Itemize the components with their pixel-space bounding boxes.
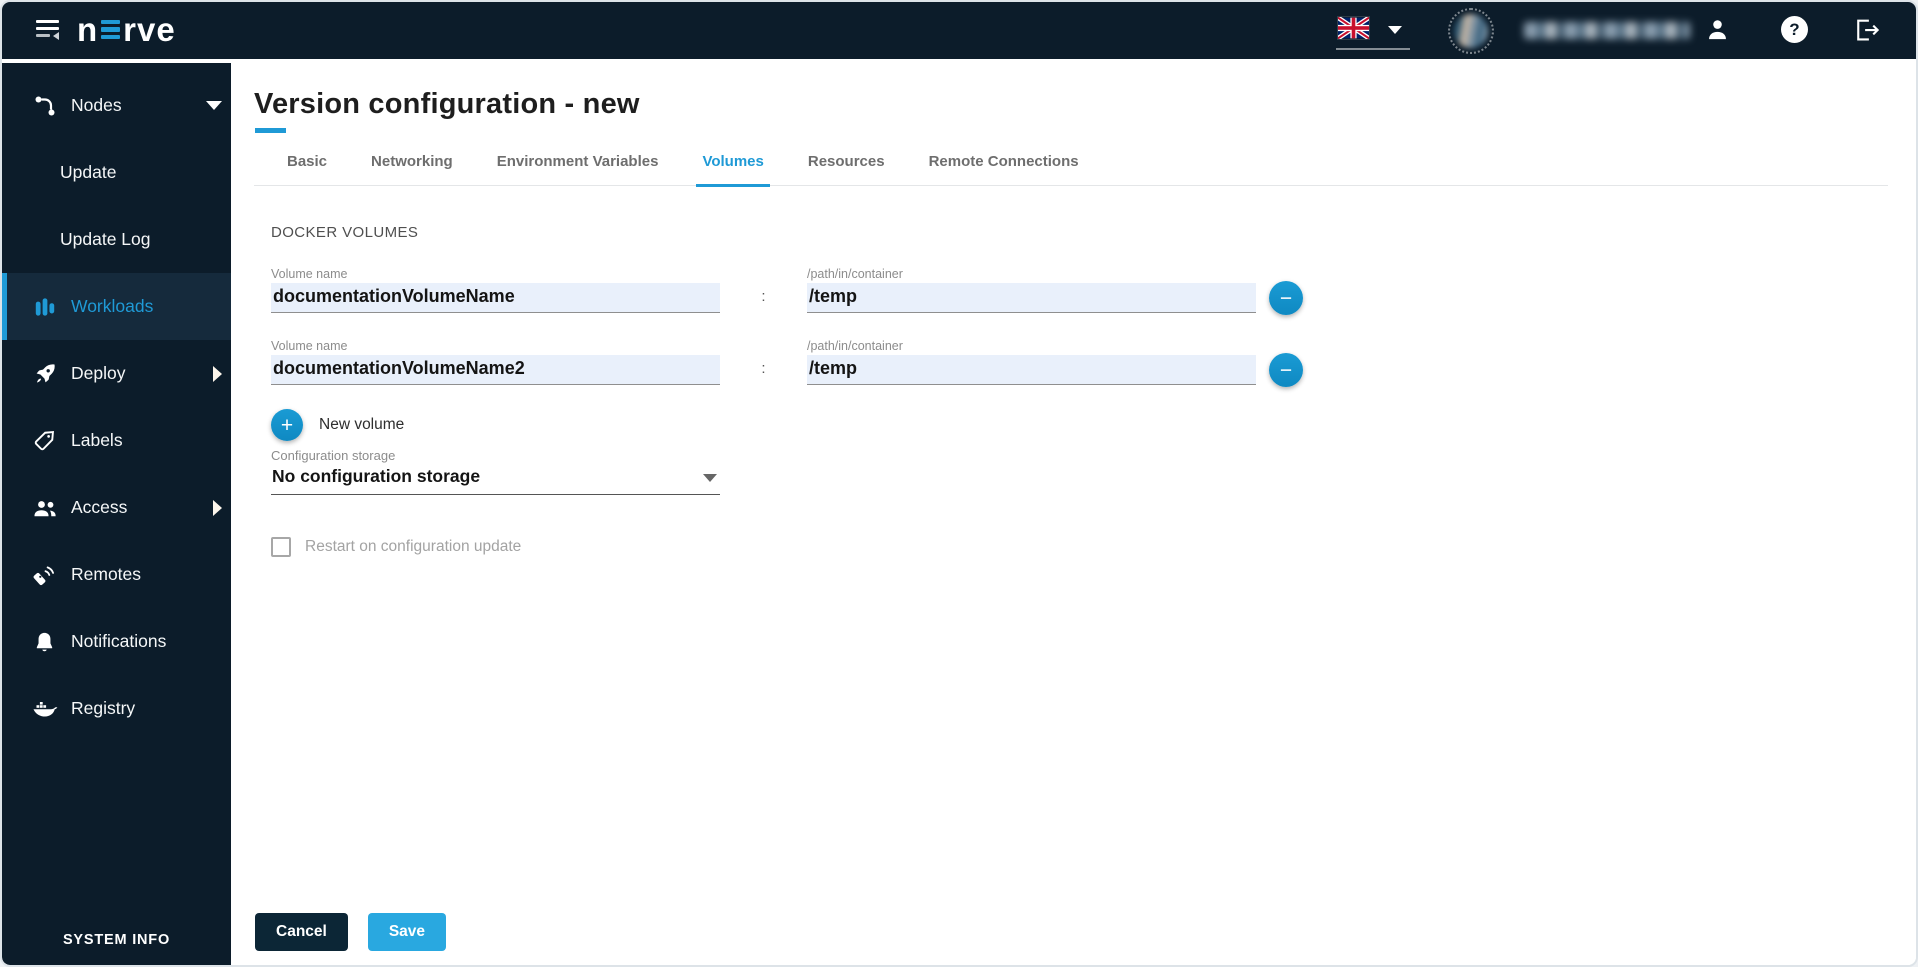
new-volume-label: New volume <box>319 416 405 433</box>
sidebar-item-notifications[interactable]: Notifications <box>2 608 231 675</box>
colon-separator: : <box>761 288 766 305</box>
user-name-blurred <box>1524 22 1690 39</box>
chevron-right-icon <box>213 499 222 516</box>
nerve-logo: n rve <box>77 13 176 46</box>
sidebar-item-workloads[interactable]: Workloads <box>2 273 231 340</box>
tag-icon <box>31 429 58 452</box>
system-info-link[interactable]: SYSTEM INFO <box>2 932 231 948</box>
docker-icon <box>31 698 58 720</box>
menu-collapse-icon[interactable] <box>36 17 62 43</box>
form-actions: Cancel Save <box>255 913 447 951</box>
cancel-button[interactable]: Cancel <box>255 913 348 951</box>
caret-down-icon <box>703 474 717 482</box>
chevron-right-icon <box>213 365 222 382</box>
tab-remote-connections[interactable]: Remote Connections <box>929 153 1079 185</box>
docker-volumes-section: DOCKER VOLUMES Volume name : /path/in/co… <box>271 224 1916 557</box>
nodes-icon <box>31 94 58 118</box>
volume-name-label: Volume name <box>271 339 348 353</box>
screen: n rve ? Nodes Update Update Log Workload… <box>0 0 1918 967</box>
logo-text-n: n <box>77 11 99 48</box>
sidebar-item-update[interactable]: Update <box>2 139 231 206</box>
sidebar-item-label: Update <box>60 162 117 182</box>
container-path-input[interactable] <box>807 283 1256 313</box>
people-icon <box>31 496 58 520</box>
rocket-icon <box>31 362 58 386</box>
volume-row: Volume name : /path/in/container − <box>271 339 1916 387</box>
tab-bar: Basic Networking Environment Variables V… <box>254 153 1888 187</box>
chevron-down-icon <box>206 101 222 110</box>
sidebar-item-labels[interactable]: Labels <box>2 407 231 474</box>
workloads-icon <box>31 294 58 320</box>
bell-icon <box>31 630 58 654</box>
avatar <box>1448 8 1494 54</box>
volume-name-input[interactable] <box>271 283 720 313</box>
language-selector[interactable] <box>1336 12 1410 50</box>
colon-separator: : <box>761 360 766 377</box>
sidebar-item-label: Nodes <box>71 95 122 115</box>
tab-volumes[interactable]: Volumes <box>696 153 771 187</box>
sidebar-item-update-log[interactable]: Update Log <box>2 206 231 273</box>
configuration-storage-value: No configuration storage <box>272 466 481 486</box>
page-title: Version configuration - new <box>254 88 640 120</box>
tab-resources[interactable]: Resources <box>808 153 885 185</box>
minus-icon: − <box>1279 358 1293 382</box>
sidebar-item-label: Deploy <box>71 363 126 383</box>
restart-option: Restart on configuration update <box>271 537 1916 557</box>
caret-down-icon <box>1388 26 1402 34</box>
restart-checkbox-label: Restart on configuration update <box>305 538 522 555</box>
container-path-input[interactable] <box>807 355 1256 385</box>
section-title: DOCKER VOLUMES <box>271 224 419 241</box>
restart-checkbox <box>271 537 291 557</box>
topbar: n rve ? <box>2 2 1916 59</box>
uk-flag-icon <box>1338 17 1369 39</box>
sidebar-item-label: Access <box>71 497 128 517</box>
logout-icon[interactable] <box>1852 15 1882 50</box>
sidebar-item-label: Remotes <box>71 564 142 584</box>
sidebar-item-label: Update Log <box>60 229 151 249</box>
sidebar-item-label: Workloads <box>71 296 154 316</box>
remove-volume-button[interactable]: − <box>1269 281 1303 315</box>
sidebar: Nodes Update Update Log Workloads Deploy… <box>2 63 231 965</box>
configuration-storage-select[interactable]: No configuration storage <box>271 463 720 495</box>
tab-networking[interactable]: Networking <box>371 153 453 185</box>
sidebar-item-remotes[interactable]: Remotes <box>2 541 231 608</box>
sidebar-item-label: Notifications <box>71 631 167 651</box>
save-button[interactable]: Save <box>367 913 447 951</box>
remove-volume-button[interactable]: − <box>1269 353 1303 387</box>
logo-text-rve: rve <box>123 11 176 48</box>
title-accent-bar <box>255 128 286 133</box>
tab-environment-variables[interactable]: Environment Variables <box>497 153 659 185</box>
volume-name-input[interactable] <box>271 355 720 385</box>
new-volume-button[interactable]: + New volume <box>271 409 1916 441</box>
volume-name-label: Volume name <box>271 267 348 281</box>
help-icon[interactable]: ? <box>1781 16 1808 43</box>
app-window: n rve ? Nodes Update Update Log Workload… <box>0 0 1918 967</box>
sidebar-item-access[interactable]: Access <box>2 474 231 541</box>
configuration-storage-label: Configuration storage <box>271 448 396 463</box>
sidebar-item-nodes[interactable]: Nodes <box>2 72 231 139</box>
plus-icon[interactable]: + <box>271 409 303 441</box>
logo-e-bars-icon <box>101 19 121 40</box>
volume-row: Volume name : /path/in/container − <box>271 267 1916 315</box>
container-path-label: /path/in/container <box>807 339 903 353</box>
account-icon[interactable] <box>1704 16 1731 48</box>
tab-basic[interactable]: Basic <box>287 153 327 185</box>
sidebar-item-deploy[interactable]: Deploy <box>2 340 231 407</box>
sidebar-item-label: Registry <box>71 698 136 718</box>
container-path-label: /path/in/container <box>807 267 903 281</box>
remote-icon <box>31 563 58 587</box>
minus-icon: − <box>1279 286 1293 310</box>
configuration-storage-field: Configuration storage No configuration s… <box>271 448 720 495</box>
sidebar-item-label: Labels <box>71 430 123 450</box>
main-content: Version configuration - new Basic Networ… <box>231 63 1916 965</box>
sidebar-item-registry[interactable]: Registry <box>2 675 231 742</box>
